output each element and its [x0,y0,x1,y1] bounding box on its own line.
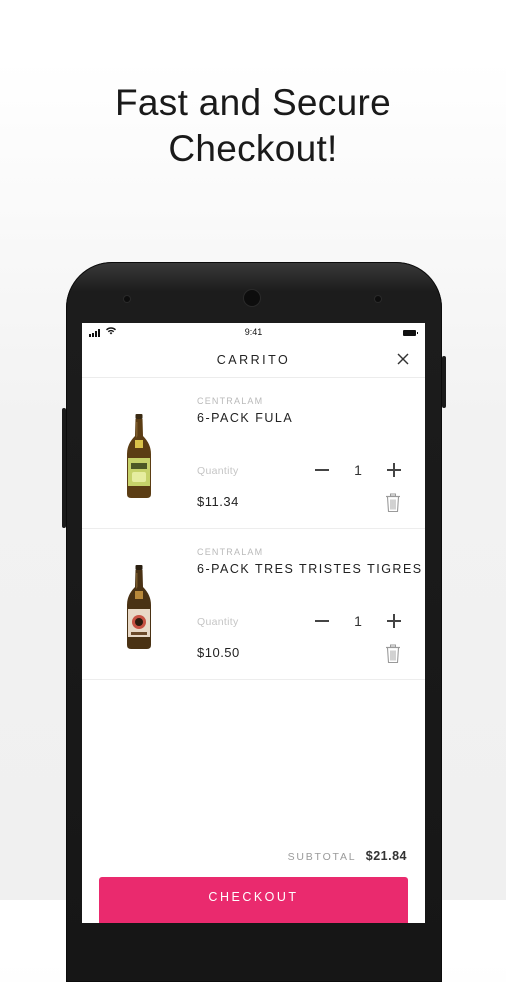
phone-camera [244,290,260,306]
quantity-value: 1 [354,462,362,478]
status-bar: 9:41 [82,323,425,343]
product-image [122,565,156,649]
product-name[interactable]: 6-PACK TRES TRISTES TIGRES [197,562,423,576]
divider [82,679,425,680]
headline: Fast and Secure Checkout! [0,80,506,172]
app-screen: 9:41 CARRITO CENTRALAM 6-PACK FULA Quant… [82,323,425,923]
page-title: CARRITO [216,353,291,367]
subtotal-label: SUBTOTAL [287,851,357,863]
status-time: 9:41 [244,327,263,337]
close-icon [397,353,409,365]
quantity-value: 1 [354,613,362,629]
increase-quantity-button[interactable] [382,609,406,633]
quantity-label: Quantity [197,465,239,477]
decrease-quantity-button[interactable] [310,609,334,633]
headline-line-1: Fast and Secure [115,82,391,123]
product-image [122,414,156,498]
phone-sensor-left [124,296,130,302]
cart-item: CENTRALAM 6-PACK FULA Quantity 1 $11.34 [82,378,425,529]
phone-volume-button [62,408,66,528]
remove-item-button[interactable] [384,644,402,664]
decrease-quantity-button[interactable] [310,458,334,482]
product-brand: CENTRALAM [197,396,264,406]
increase-quantity-button[interactable] [382,458,406,482]
product-name[interactable]: 6-PACK FULA [197,411,293,425]
quantity-label: Quantity [197,616,239,628]
phone-power-button [442,356,446,408]
phone-sensor-right [375,296,381,302]
cart-item: CENTRALAM 6-PACK TRES TRISTES TIGRES Qua… [82,529,425,680]
product-brand: CENTRALAM [197,547,264,557]
subtotal-row: SUBTOTAL $21.84 [288,849,407,863]
headline-line-2: Checkout! [168,128,338,169]
remove-item-button[interactable] [384,493,402,513]
trash-icon [386,493,400,513]
subtotal-value: $21.84 [365,849,407,863]
nav-bar: CARRITO [82,343,425,378]
checkout-button[interactable]: CHECKOUT [99,877,408,923]
trash-icon [386,644,400,664]
close-button[interactable] [393,349,413,369]
product-price: $11.34 [197,494,239,509]
product-price: $10.50 [197,645,240,660]
battery-icon [403,330,418,336]
